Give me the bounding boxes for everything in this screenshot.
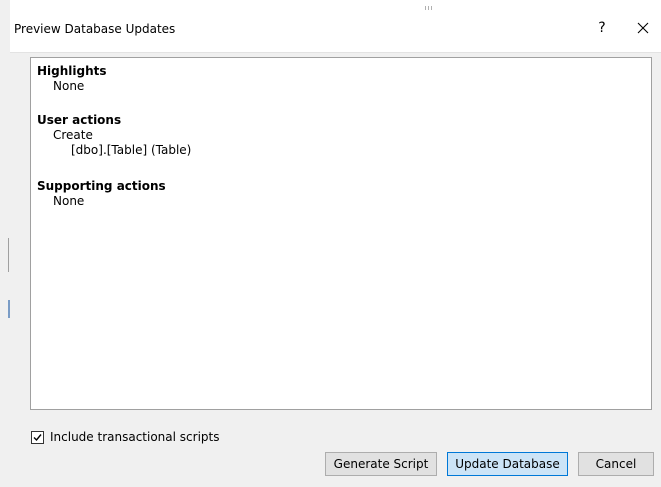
background-divider [8, 238, 9, 272]
help-button[interactable]: ? [593, 18, 611, 38]
cancel-button[interactable]: Cancel [578, 452, 654, 476]
highlights-heading: Highlights [37, 64, 107, 78]
include-transactional-label: Include transactional scripts [50, 430, 220, 444]
supporting-actions-value: None [53, 194, 85, 208]
resize-grip-icon [425, 6, 432, 10]
user-actions-heading: User actions [37, 113, 122, 127]
title-bar: Preview Database Updates ? [10, 0, 661, 53]
dialog-title: Preview Database Updates [14, 22, 176, 36]
supporting-actions-section: Supporting actions None [37, 179, 166, 209]
preview-database-updates-dialog: Preview Database Updates ? Highlights No… [0, 0, 661, 487]
highlights-section: Highlights None [37, 64, 107, 94]
highlights-value: None [53, 79, 85, 93]
preview-report-panel[interactable]: Highlights None User actions Create [dbo… [30, 57, 652, 410]
include-transactional-checkbox[interactable] [31, 430, 44, 444]
close-icon [637, 22, 649, 34]
user-actions-section: User actions Create [dbo].[Table] (Table… [37, 113, 191, 158]
include-transactional-option[interactable]: Include transactional scripts [31, 429, 219, 445]
update-database-button[interactable]: Update Database [447, 452, 568, 476]
generate-script-button[interactable]: Generate Script [325, 452, 437, 476]
supporting-actions-heading: Supporting actions [37, 179, 166, 193]
dialog-bottom-edge [10, 481, 661, 487]
user-action-type: Create [53, 128, 93, 142]
background-selection-marker [8, 300, 10, 318]
user-action-object: [dbo].[Table] (Table) [71, 143, 192, 157]
background-window-edge [0, 0, 10, 487]
checkmark-icon [33, 433, 42, 441]
close-button[interactable] [632, 17, 654, 39]
